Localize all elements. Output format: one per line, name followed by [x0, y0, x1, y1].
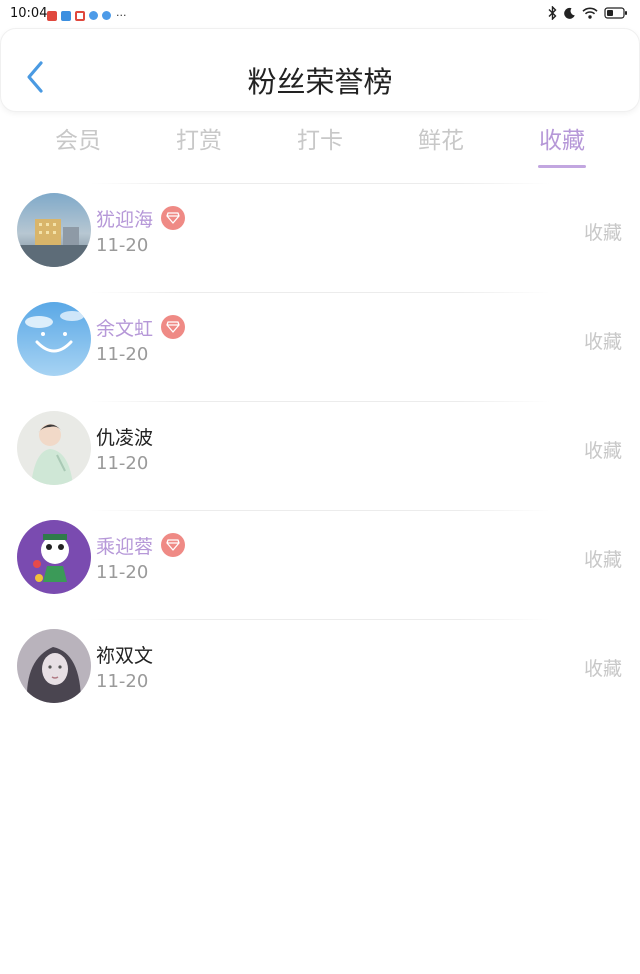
fan-row[interactable]: 余文虹 11-20 收藏 — [0, 292, 640, 401]
tab-favorites[interactable]: 收藏 — [522, 121, 602, 168]
fan-row[interactable]: 犹迎海 11-20 收藏 — [0, 183, 640, 292]
tab-bar: 会员 打赏 打卡 鲜花 收藏 — [0, 115, 640, 175]
fan-row[interactable]: 祢双文 11-20 收藏 — [0, 619, 640, 728]
fan-row[interactable]: 仇凌波 11-20 收藏 — [0, 401, 640, 510]
tab-label: 鲜花 — [418, 128, 464, 154]
active-tab-indicator — [538, 165, 586, 168]
tab-label: 收藏 — [539, 128, 585, 154]
name-line: 犹迎海 — [96, 205, 186, 231]
fan-name: 余文虹 — [96, 317, 154, 340]
fan-name: 仇凌波 — [96, 426, 154, 449]
battery-icon — [604, 7, 627, 19]
fan-name: 祢双文 — [96, 644, 154, 667]
avatar[interactable] — [17, 520, 91, 594]
tab-label: 会员 — [55, 128, 101, 154]
moon-icon — [564, 7, 575, 19]
tab-reward[interactable]: 打赏 — [159, 121, 239, 155]
vip-diamond-icon — [161, 206, 186, 230]
tab-label: 打卡 — [297, 128, 343, 154]
fan-row[interactable]: 乘迎蓉 11-20 收藏 — [0, 510, 640, 619]
header: 粉丝荣誉榜 — [0, 28, 640, 112]
tab-flowers[interactable]: 鲜花 — [401, 121, 481, 155]
divider — [90, 292, 550, 293]
favorite-label: 收藏 — [583, 331, 622, 353]
fan-date: 11-20 — [96, 671, 149, 692]
vip-diamond-icon — [161, 315, 186, 339]
divider — [90, 510, 550, 511]
name-line: 祢双文 — [96, 641, 153, 667]
favorite-label: 收藏 — [583, 549, 622, 571]
app-notification-icon — [47, 10, 57, 21]
browser-notification-icon — [89, 11, 98, 20]
fan-date: 11-20 — [96, 562, 149, 583]
tab-checkin[interactable]: 打卡 — [280, 121, 360, 155]
status-bar: 10:04 ··· — [0, 0, 640, 28]
name-line: 仇凌波 — [96, 423, 153, 449]
mail-notification-icon — [75, 10, 85, 21]
fan-date: 11-20 — [96, 235, 149, 256]
more-notifications-icon: ··· — [116, 9, 127, 22]
favorite-label: 收藏 — [583, 222, 622, 244]
page-title: 粉丝荣誉榜 — [247, 65, 393, 99]
avatar[interactable] — [17, 193, 91, 267]
tab-label: 打赏 — [176, 128, 222, 154]
fan-name: 犹迎海 — [96, 208, 154, 231]
browser-notification-icon — [102, 11, 111, 20]
favorite-label: 收藏 — [583, 440, 622, 462]
vip-diamond-icon — [161, 533, 186, 557]
divider — [90, 619, 550, 620]
name-line: 乘迎蓉 — [96, 532, 186, 558]
avatar[interactable] — [17, 302, 91, 376]
wifi-icon — [582, 7, 598, 19]
status-indicators — [548, 6, 628, 20]
status-time: 10:04 — [10, 6, 48, 21]
divider — [90, 401, 550, 402]
favorite-label: 收藏 — [583, 658, 622, 680]
notification-icons: ··· — [47, 9, 127, 22]
name-line: 余文虹 — [96, 314, 186, 340]
cloud-notification-icon — [61, 10, 71, 21]
fan-date: 11-20 — [96, 344, 149, 365]
tab-member[interactable]: 会员 — [38, 121, 118, 155]
avatar[interactable] — [17, 629, 91, 703]
fan-name: 乘迎蓉 — [96, 535, 154, 558]
avatar[interactable] — [17, 411, 91, 485]
divider — [90, 183, 550, 184]
bluetooth-icon — [548, 6, 557, 20]
fan-list: 犹迎海 11-20 收藏 余文虹 11-20 收藏 仇凌波 11-20 收藏 乘… — [0, 183, 640, 728]
fan-date: 11-20 — [96, 453, 149, 474]
